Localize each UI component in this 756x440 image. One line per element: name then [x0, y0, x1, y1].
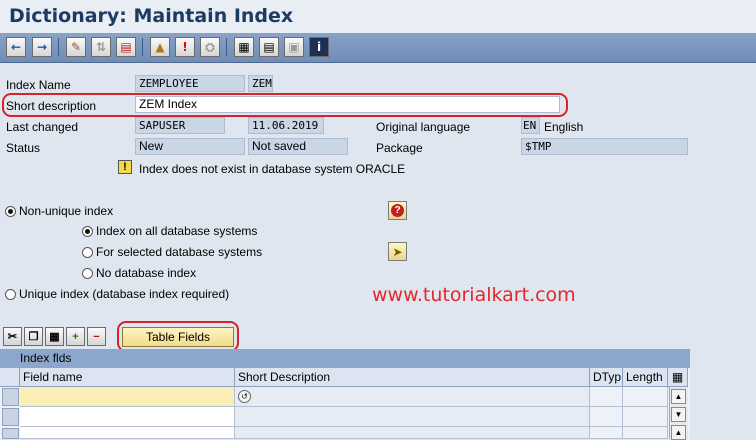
table-cell: [590, 387, 623, 407]
save-status-field: Not saved: [248, 138, 348, 155]
table-fields-icon[interactable]: ▤: [259, 37, 279, 57]
package-label: Package: [376, 141, 423, 155]
selected-db-radio[interactable]: [82, 247, 93, 258]
column-header-short-description[interactable]: Short Description: [235, 368, 590, 387]
table-cell: [235, 427, 590, 439]
selected-db-label: For selected database systems: [96, 245, 263, 259]
table-cell: [623, 407, 668, 427]
scroll-down-icon[interactable]: ▼: [671, 407, 686, 422]
unique-label: Unique index (database index required): [19, 287, 230, 301]
where-used-icon[interactable]: ⛭: [200, 37, 220, 57]
page-title: Dictionary: Maintain Index: [9, 5, 294, 27]
table-cell: [623, 427, 668, 439]
scroll-up-icon[interactable]: ▲: [671, 389, 686, 404]
print-icon[interactable]: ▣: [284, 37, 304, 57]
table-cell: [590, 427, 623, 439]
all-db-label: Index on all database systems: [96, 224, 258, 238]
row-selector[interactable]: [2, 408, 19, 426]
other-object-icon[interactable]: ▤: [116, 37, 136, 57]
arrow-right-icon[interactable]: ➤: [388, 242, 407, 261]
short-description-label: Short description: [6, 99, 97, 113]
index-name-label: Index Name: [6, 78, 71, 92]
status-field: New: [135, 138, 245, 155]
toolbar-separator: [142, 38, 143, 56]
index-fields-table: Field name Short Description DTyp Length…: [0, 368, 690, 439]
index-id-field: ZEM: [248, 75, 273, 92]
warning-message: Index does not exist in database system …: [139, 162, 406, 176]
vertical-scrollbar[interactable]: ▲ ▼ ▲: [669, 387, 688, 440]
short-description-input[interactable]: ZEM Index: [135, 96, 560, 113]
table-fields-button[interactable]: Table Fields: [122, 327, 234, 347]
scroll-up-icon[interactable]: ▲: [671, 425, 686, 440]
index-fields-title: Index flds: [20, 351, 72, 365]
original-language-label: Original language: [376, 120, 471, 134]
forward-icon[interactable]: →: [32, 37, 52, 57]
toolbar-separator: [58, 38, 59, 56]
title-bar: Dictionary: Maintain Index: [0, 0, 756, 33]
index-name-field: ZEMPLOYEE: [135, 75, 245, 92]
column-header-field-name[interactable]: Field name: [20, 368, 235, 387]
unique-radio[interactable]: [5, 289, 16, 300]
info-icon[interactable]: i: [309, 37, 329, 57]
non-unique-label: Non-unique index: [19, 204, 114, 218]
paste-icon[interactable]: ▦: [45, 327, 64, 346]
object-list-icon[interactable]: ▦: [234, 37, 254, 57]
row-selector[interactable]: [2, 428, 19, 439]
column-header-length[interactable]: Length: [623, 368, 668, 387]
field-name-input[interactable]: [20, 387, 235, 407]
delete-row-icon[interactable]: −: [87, 327, 106, 346]
status-label: Status: [6, 141, 41, 155]
activate-icon[interactable]: !: [175, 37, 195, 57]
table-cell[interactable]: [20, 427, 235, 439]
package-field: $TMP: [521, 138, 688, 155]
original-language-name: English: [544, 120, 584, 134]
application-toolbar: ← → ✎ ⇅ ▤ ▲ ! ⛭ ▦ ▤ ▣ i: [0, 33, 756, 63]
last-changed-date-field: 11.06.2019: [248, 117, 324, 134]
all-db-radio[interactable]: [82, 226, 93, 237]
active-inactive-icon[interactable]: ⇅: [91, 37, 111, 57]
index-fields-title-bar: Index flds: [0, 349, 690, 368]
column-header-dtyp[interactable]: DTyp: [590, 368, 623, 387]
select-all-column[interactable]: [0, 368, 20, 387]
copy-icon[interactable]: ❐: [24, 327, 43, 346]
table-toolbar: ✂ ❐ ▦ + −: [0, 326, 756, 348]
help-icon[interactable]: ?: [388, 201, 407, 220]
no-db-label: No database index: [96, 266, 197, 280]
row-selector[interactable]: [2, 388, 19, 406]
last-changed-user-field: SAPUSER: [135, 117, 225, 134]
value-help-icon[interactable]: ↺: [238, 390, 251, 403]
insert-row-icon[interactable]: +: [66, 327, 85, 346]
warning-icon: !: [118, 160, 132, 174]
check-icon[interactable]: ▲: [150, 37, 170, 57]
table-cell[interactable]: [20, 407, 235, 427]
table-cell: [235, 407, 590, 427]
original-language-code-field: EN: [521, 117, 540, 134]
back-icon[interactable]: ←: [6, 37, 26, 57]
table-cell: [590, 407, 623, 427]
last-changed-label: Last changed: [6, 120, 79, 134]
cut-icon[interactable]: ✂: [3, 327, 22, 346]
table-settings-icon[interactable]: ▦: [668, 368, 688, 387]
display-change-icon[interactable]: ✎: [66, 37, 86, 57]
watermark-text: www.tutorialkart.com: [372, 284, 576, 306]
no-db-radio[interactable]: [82, 268, 93, 279]
non-unique-radio[interactable]: [5, 206, 16, 217]
toolbar-separator: [226, 38, 227, 56]
short-description-cell: ↺: [235, 387, 590, 407]
table-cell: [623, 387, 668, 407]
